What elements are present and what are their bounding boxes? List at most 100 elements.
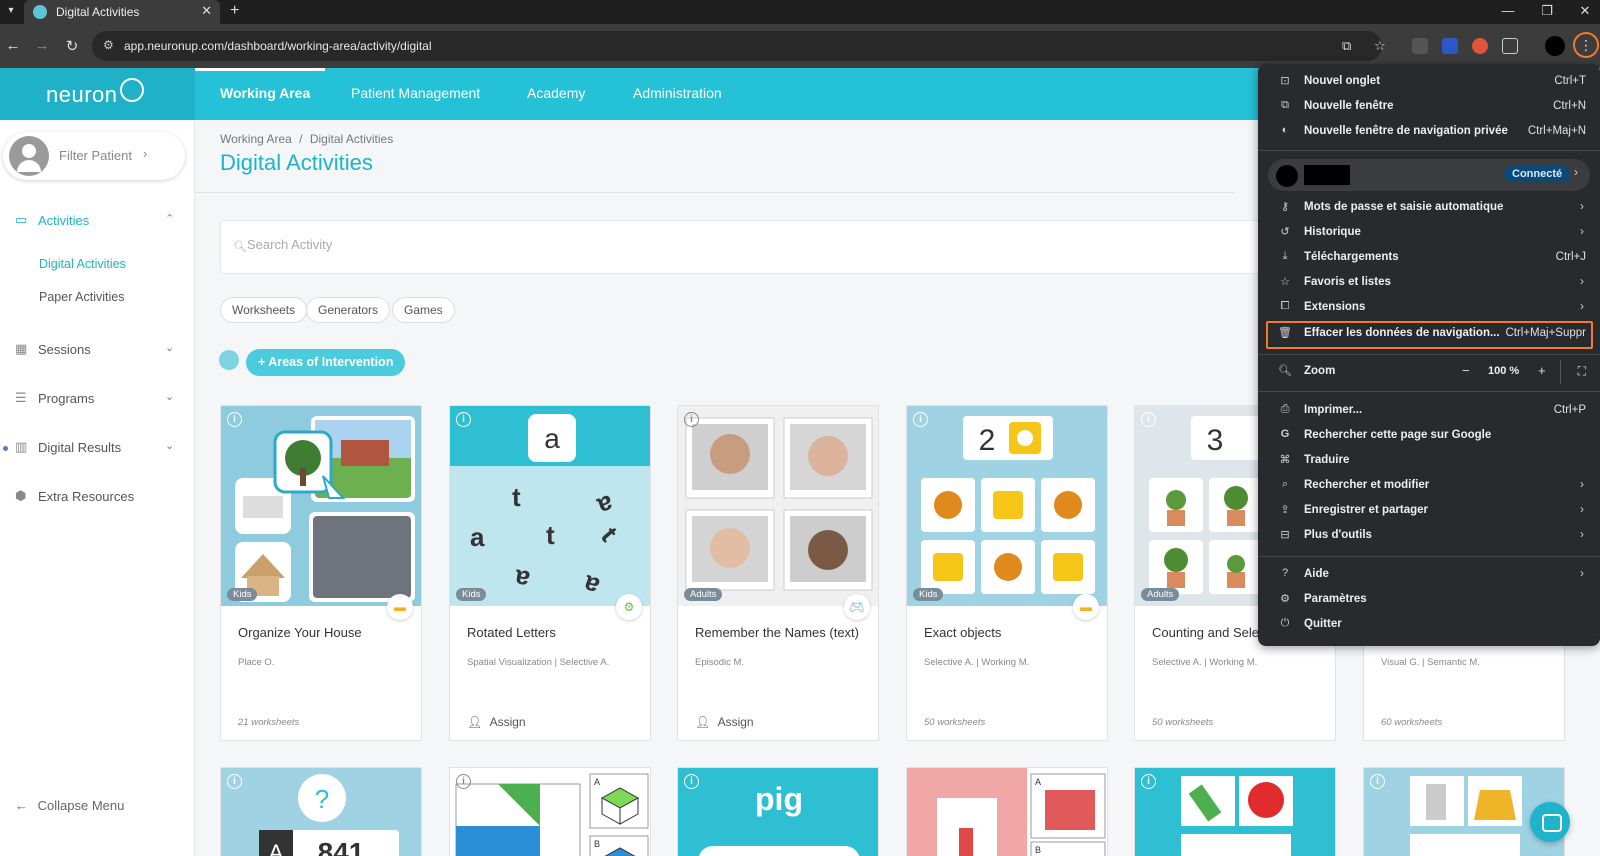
menu-downloads[interactable]: ⤓ Téléchargements Ctrl+J (1258, 246, 1600, 270)
sidebar-item-sessions[interactable]: ▦ Sessions ⌄ (0, 339, 195, 361)
menu-settings[interactable]: ⚙ Paramètres (1258, 588, 1600, 612)
menu-search-google[interactable]: G Rechercher cette page sur Google (1258, 424, 1600, 448)
nav-working-area[interactable]: Working Area (220, 85, 310, 101)
profile-avatar-icon[interactable] (1545, 36, 1565, 56)
menu-passwords[interactable]: ⚷ Mots de passe et saisie automatique › (1258, 196, 1600, 220)
info-icon[interactable]: i (227, 774, 242, 789)
address-url[interactable]: app.neuronup.com/dashboard/working-area/… (124, 39, 432, 53)
site-info-icon[interactable]: ⚙ (103, 38, 114, 52)
filter-chip-generators[interactable]: Generators (306, 297, 391, 323)
info-icon[interactable]: i (227, 412, 242, 427)
three-dots-icon[interactable]: ⋮ (1573, 32, 1599, 58)
filter-chip-games[interactable]: Games (392, 297, 455, 323)
info-icon[interactable]: i (456, 774, 471, 789)
info-icon[interactable]: i (1370, 774, 1385, 789)
menu-save-share[interactable]: ⇪ Enregistrer et partager › (1258, 499, 1600, 523)
chat-icon[interactable] (1530, 802, 1570, 842)
tab-close-icon[interactable]: ✕ (201, 3, 212, 19)
activity-card-remember-names[interactable]: i Adults 🎮︎ Remember the Names (text) Ep… (677, 405, 879, 741)
areas-of-intervention-button[interactable]: + Areas of Intervention (246, 349, 406, 376)
filter-chip-worksheets[interactable]: Worksheets (220, 297, 308, 323)
reload-icon[interactable]: ↻ (63, 37, 81, 55)
sidebar-item-programs[interactable]: ☰ Programs ⌄ (0, 388, 195, 410)
menu-label: Nouvelle fenêtre de navigation privée (1304, 125, 1508, 137)
info-icon[interactable]: i (684, 412, 699, 427)
info-icon[interactable]: i (456, 412, 471, 427)
activity-card-row2-5[interactable]: i (1134, 767, 1336, 856)
menu-new-window[interactable]: ⧉ Nouvelle fenêtre Ctrl+N (1258, 95, 1600, 119)
menu-incognito-window[interactable]: ◐ Nouvelle fenêtre de navigation privée … (1258, 120, 1600, 144)
extension-shield-icon[interactable] (1442, 38, 1458, 54)
sidebar-subitem-paper-activities[interactable]: Paper Activities (39, 290, 124, 304)
sidebar-item-activities[interactable]: ▭ Activities ⌃ (0, 210, 195, 232)
activity-card-row2-4[interactable]: A B (906, 767, 1108, 856)
extension-browser-icon[interactable] (1472, 38, 1488, 54)
activity-card-organize-house[interactable]: i Kids ▬ Organize Your House Place O. 21… (220, 405, 422, 741)
extension-off-icon[interactable] (1412, 38, 1428, 54)
info-icon[interactable]: i (684, 774, 699, 789)
profile-avatar-icon (1276, 165, 1298, 187)
menu-profile-row[interactable]: Connecté › (1268, 159, 1590, 191)
activity-card-exact-objects[interactable]: 2 i Kids ▬ Exact objects Selective A. | … (906, 405, 1108, 741)
age-badge: Kids (456, 588, 487, 601)
extensions-puzzle-icon[interactable] (1502, 38, 1518, 54)
nav-academy[interactable]: Academy (527, 85, 585, 101)
menu-translate[interactable]: ⌘ Traduire (1258, 449, 1600, 473)
assign-button[interactable]: 👤︎ Assign (467, 715, 526, 729)
info-icon[interactable]: i (1141, 774, 1156, 789)
patient-filter[interactable]: Filter Patient › (3, 132, 185, 180)
activity-card-rotated-letters[interactable]: a t a a t t a a i Kids ⚙ Rotated Letters… (449, 405, 651, 741)
activity-card-row2-2[interactable]: i A B (449, 767, 651, 856)
menu-quit[interactable]: ⏻ Quitter (1258, 613, 1600, 637)
card-subtitle: Spatial Visualization | Selective A. (467, 657, 610, 668)
menu-bookmarks[interactable]: ☆ Favoris et listes › (1258, 271, 1600, 295)
svg-text:t: t (512, 482, 521, 512)
menu-more-tools[interactable]: ⊟ Plus d'outils › (1258, 524, 1600, 548)
worksheet-type-icon: ▬ (1073, 594, 1099, 620)
forward-arrow-icon[interactable]: → (33, 37, 51, 54)
back-arrow-icon[interactable]: ← (4, 37, 22, 54)
menu-extensions[interactable]: ⧠ Extensions › (1258, 296, 1600, 320)
sidebar-item-extra-resources[interactable]: ⬢ Extra Resources (0, 486, 195, 508)
sidebar-subitem-digital-activities[interactable]: Digital Activities (39, 257, 126, 271)
browser-tab-active[interactable]: Digital Activities ✕ (24, 0, 220, 24)
star-icon[interactable]: ☆ (1374, 38, 1386, 54)
menu-label: Paramètres (1304, 593, 1367, 605)
address-bar[interactable]: ⚙ app.neuronup.com/dashboard/working-are… (92, 31, 1386, 61)
info-icon[interactable]: i (913, 412, 928, 427)
close-window-icon[interactable]: ✕ (1575, 3, 1595, 19)
find-icon: ⌕ (1281, 478, 1289, 490)
fullscreen-icon[interactable]: ⛶ (1578, 364, 1586, 379)
arrow-left-icon: ← (15, 798, 28, 813)
activity-card-row2-1[interactable]: i ? A 841 (220, 767, 422, 856)
worksheet-type-icon: ▬ (387, 594, 413, 620)
assign-button[interactable]: 👤︎ Assign (695, 715, 754, 729)
restore-icon[interactable]: ❐ (1537, 3, 1557, 19)
logo-area[interactable]: neuron (0, 68, 195, 120)
extensions-puzzle-icon: ⧠ (1280, 300, 1290, 312)
collapse-menu-button[interactable]: ← Collapse Menu (15, 798, 124, 813)
menu-print[interactable]: ⎙ Imprimer... Ctrl+P (1258, 399, 1600, 423)
menu-new-tab[interactable]: ⊡ Nouvel onglet Ctrl+T (1258, 70, 1600, 94)
menu-history[interactable]: ↺ Historique › (1258, 221, 1600, 245)
sidebar-item-digital-results[interactable]: ▥ Digital Results ⌄ (0, 437, 195, 459)
menu-help[interactable]: ? Aide › (1258, 563, 1600, 587)
info-icon[interactable]: i (1141, 412, 1156, 427)
search-input[interactable] (247, 237, 747, 252)
share-icon: ⇪ (1280, 504, 1290, 516)
zoom-out-icon[interactable]: − (1462, 363, 1470, 378)
new-tab-icon[interactable]: + (230, 2, 239, 20)
nav-administration[interactable]: Administration (633, 85, 722, 101)
chevron-right-icon: › (1580, 527, 1584, 541)
menu-find-edit[interactable]: ⌕ Rechercher et modifier › (1258, 474, 1600, 498)
nav-patient-management[interactable]: Patient Management (351, 85, 480, 101)
install-app-icon[interactable]: ⧉ (1342, 38, 1351, 54)
chevron-right-icon: › (1580, 274, 1584, 288)
zoom-in-icon[interactable]: + (1538, 363, 1546, 378)
menu-label: Téléchargements (1304, 251, 1399, 263)
minimize-icon[interactable]: — (1498, 3, 1518, 18)
breadcrumb-root[interactable]: Working Area (220, 132, 292, 146)
sidebar-item-label: Activities (38, 213, 90, 228)
activity-card-row2-3[interactable]: i pig (677, 767, 879, 856)
tab-search-dropdown-icon[interactable]: ▾ (2, 2, 20, 20)
